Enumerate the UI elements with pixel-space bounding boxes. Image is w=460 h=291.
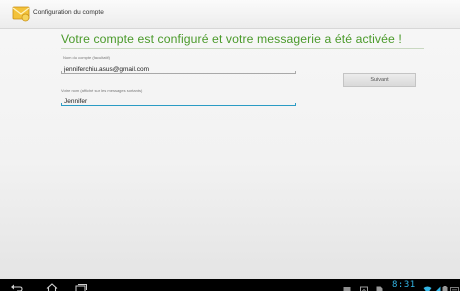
screenshot-icon[interactable] <box>360 281 368 291</box>
setup-complete-headline: Votre compte est configuré et votre mess… <box>61 32 402 46</box>
back-icon[interactable] <box>10 280 24 291</box>
home-icon[interactable] <box>45 280 59 291</box>
action-bar: Configuration du compte <box>0 0 460 29</box>
signal-icon <box>433 281 441 291</box>
wifi-icon <box>423 281 432 291</box>
next-button[interactable]: Suivant <box>343 73 416 87</box>
account-name-label: Nom du compte (facultatif) <box>63 55 110 60</box>
screen: Configuration du compte Votre compte est… <box>0 0 460 291</box>
page-title: Configuration du compte <box>33 9 104 16</box>
account-name-underline <box>61 73 296 74</box>
account-setup-icon <box>12 5 30 22</box>
headline-divider <box>61 48 424 49</box>
your-name-edge-right <box>295 103 296 106</box>
battery-icon <box>442 281 448 291</box>
account-name-edge-right <box>295 71 296 74</box>
document-icon[interactable] <box>376 281 383 291</box>
your-name-edge-left <box>61 103 62 106</box>
your-name-label: Votre nom (affiché sur les messages sort… <box>61 88 143 93</box>
recent-apps-icon[interactable] <box>74 280 88 291</box>
notification-icon[interactable] <box>343 281 351 291</box>
your-name-underline <box>61 105 296 106</box>
account-name-edge-left <box>61 71 62 74</box>
status-clock: 8:31 <box>392 280 416 290</box>
keyboard-icon[interactable] <box>450 281 459 291</box>
system-nav-bar: 8:31 <box>0 279 460 291</box>
